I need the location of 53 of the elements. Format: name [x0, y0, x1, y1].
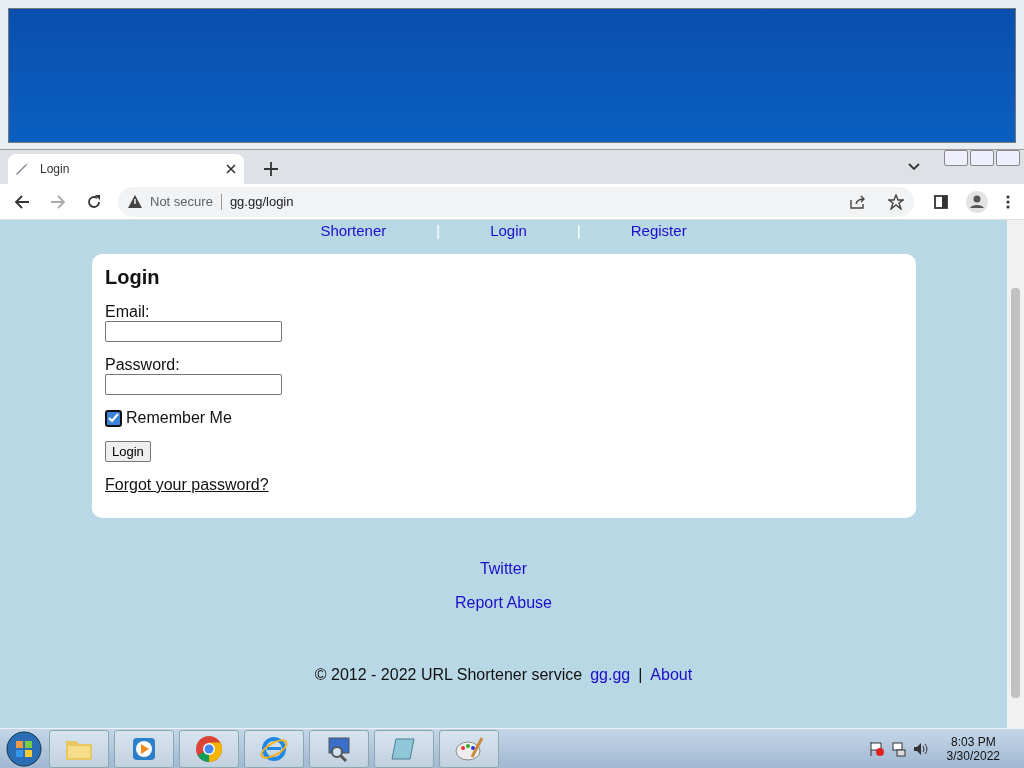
address-bar[interactable]: Not secure gg.gg/login — [118, 186, 914, 217]
input-field[interactable] — [105, 374, 282, 395]
nav-link[interactable]: Shortener — [300, 222, 407, 240]
nav-separator: | — [576, 222, 581, 240]
taskbar-button[interactable] — [179, 730, 239, 768]
star-icon[interactable] — [888, 193, 904, 210]
network-icon[interactable] — [890, 741, 907, 757]
footer-separator: | — [638, 666, 643, 684]
clock-time[interactable]: 8:03 PM — [950, 735, 996, 749]
url-text: gg.gg/login — [229, 194, 295, 209]
start-button[interactable] — [4, 730, 44, 768]
about-link[interactable]: About — [650, 666, 693, 684]
nav-link[interactable]: Login — [470, 222, 547, 240]
nav-link[interactable]: Register — [610, 222, 707, 240]
clock-date[interactable]: 3/30/2022 — [946, 749, 1000, 763]
taskbar-button[interactable] — [114, 730, 174, 768]
site-link[interactable]: gg.gg — [590, 666, 631, 684]
internet-explorer-icon — [259, 735, 289, 763]
field-label: Email: — [105, 303, 151, 321]
taskbar-button[interactable] — [309, 730, 369, 768]
remote-desktop-icon — [325, 735, 353, 763]
side-panel-icon[interactable] — [934, 194, 948, 209]
security-label: Not secure — [150, 194, 213, 209]
scrollbar[interactable] — [1007, 220, 1024, 728]
taskbar-button[interactable] — [244, 730, 304, 768]
remember-checkbox[interactable] — [105, 409, 122, 427]
flag-icon[interactable] — [868, 741, 885, 757]
media-player-icon — [131, 736, 157, 762]
checkbox-label: Remember Me — [126, 409, 232, 427]
nav-separator: | — [436, 222, 441, 240]
profile-icon[interactable] — [966, 190, 988, 213]
menu-icon[interactable] — [1006, 194, 1010, 209]
notepad-icon — [390, 735, 418, 763]
reload-icon[interactable] — [86, 193, 102, 210]
browser-tab[interactable]: Login — [8, 154, 244, 184]
close-icon[interactable] — [226, 164, 236, 174]
copyright-text: © 2012 - 2022 URL Shortener service — [314, 666, 583, 684]
share-icon[interactable] — [850, 194, 866, 209]
new-tab-icon[interactable] — [264, 162, 278, 176]
back-icon[interactable] — [14, 193, 30, 210]
warning-icon — [128, 195, 142, 208]
footer-link[interactable]: Report Abuse — [455, 594, 552, 612]
paint-palette-icon — [454, 735, 484, 763]
footer-link[interactable]: Twitter — [479, 560, 528, 578]
chevron-down-icon[interactable] — [908, 163, 920, 171]
field-label: Password: — [105, 356, 181, 374]
chrome-icon — [195, 735, 223, 763]
volume-icon[interactable] — [912, 741, 929, 757]
forgot-password-link[interactable]: Forgot your password? — [105, 476, 269, 494]
card-title: Login — [105, 266, 161, 289]
taskbar-button[interactable] — [439, 730, 499, 768]
input-field[interactable] — [105, 321, 282, 342]
login-button[interactable]: Login — [105, 441, 151, 462]
